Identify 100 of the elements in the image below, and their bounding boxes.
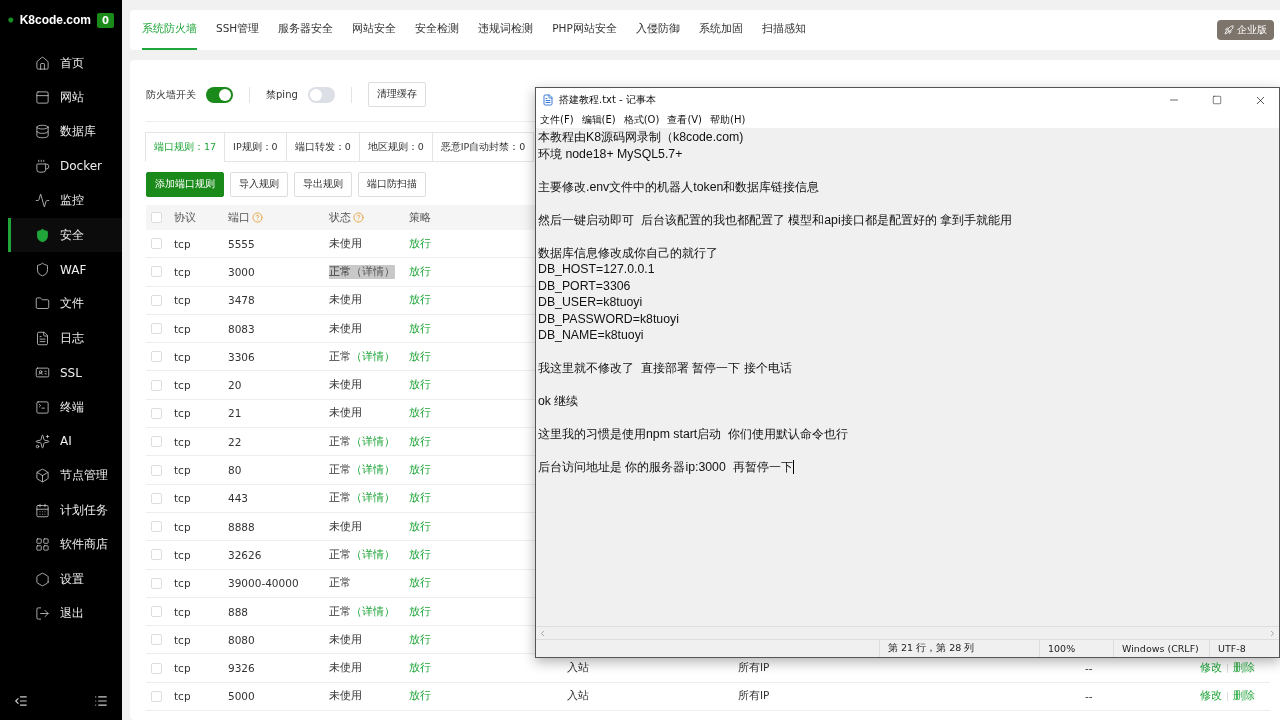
sidebar-item[interactable]: WAF [8, 252, 122, 287]
checkbox[interactable] [151, 549, 162, 561]
checkbox[interactable] [151, 212, 162, 223]
checkbox[interactable] [151, 266, 162, 278]
checkbox[interactable] [151, 238, 162, 250]
enterprise-button[interactable]: 企业版 [1217, 20, 1274, 40]
protocol-cell: tcp [174, 690, 191, 703]
remark-cell: -- [1085, 690, 1093, 703]
sidebar-item[interactable]: 日志 [8, 321, 122, 356]
checkbox[interactable] [151, 577, 162, 589]
clear-cache-button[interactable]: 清理缓存 [367, 82, 426, 107]
action-button[interactable]: 导入规则 [230, 172, 288, 197]
brand-name: K8code.com [19, 13, 92, 27]
sidebar-item[interactable]: 计划任务 [8, 493, 122, 528]
port-cell: 39000-40000 [228, 577, 299, 590]
rule-tab[interactable]: 恶意IP自动封禁：0 [431, 132, 535, 162]
scroll-right-icon[interactable] [1268, 628, 1277, 638]
sidebar-item[interactable]: Docker [8, 149, 122, 184]
id-card-icon [35, 365, 50, 381]
checkbox[interactable] [151, 606, 162, 617]
policy-text: 放行 [409, 236, 431, 251]
port-cell: 3306 [228, 350, 255, 363]
rule-tab[interactable]: 端口转发：0 [285, 132, 360, 162]
rule-tab[interactable]: 地区规则：0 [358, 132, 433, 162]
tab[interactable]: 安全检测 [415, 10, 460, 50]
checkbox[interactable] [151, 351, 162, 363]
tab[interactable]: 扫描感知 [761, 10, 806, 50]
checkbox[interactable] [151, 690, 162, 702]
tab[interactable]: PHP网站安全 [552, 10, 617, 50]
notification-count: 0 [97, 12, 114, 28]
action-button[interactable]: 端口防扫描 [358, 172, 426, 197]
status-text: UTF-8 [1218, 643, 1246, 654]
tab[interactable]: 服务器安全 [278, 10, 334, 50]
sidebar-item[interactable]: 安全 [8, 217, 122, 253]
checkbox[interactable] [151, 407, 162, 419]
port-cell: 888 [228, 605, 249, 618]
menu-item[interactable]: 格式(O) [623, 113, 660, 127]
checkbox[interactable] [151, 634, 162, 646]
sidebar-item[interactable]: 数据库 [8, 114, 122, 150]
direction-cell: 入站 [567, 689, 589, 704]
protocol-cell: tcp [174, 492, 191, 505]
sidebar-item[interactable]: 节点管理 [8, 458, 122, 494]
sidebar-item[interactable]: 终端 [8, 389, 122, 425]
sidebar-item[interactable]: 监控 [8, 183, 122, 218]
tab[interactable]: 系统加固 [698, 10, 743, 50]
source-cell: 所有IP [738, 689, 770, 704]
protocol-cell: tcp [174, 577, 191, 590]
tab[interactable]: 网站安全 [352, 10, 397, 50]
shield-icon [35, 262, 50, 278]
checkbox[interactable] [151, 323, 162, 335]
checkbox[interactable] [151, 464, 162, 476]
action-button[interactable]: 导出规则 [294, 172, 352, 197]
policy-text: 放行 [409, 604, 431, 619]
checkbox[interactable] [151, 294, 162, 306]
tab[interactable]: 违规词检测 [478, 10, 534, 50]
sidebar-item[interactable]: 退出 [8, 596, 122, 631]
details-link[interactable]: （详情） [351, 264, 395, 279]
source-cell: 所有IP [738, 661, 770, 676]
grid-icon [35, 537, 50, 553]
text-line: DB_NAME=k8tuoyi [538, 327, 644, 344]
menu-item[interactable]: 帮助(H) [710, 113, 746, 127]
policy-text: 放行 [409, 434, 431, 449]
horizontal-scrollbar[interactable] [536, 626, 1279, 639]
checkbox[interactable] [151, 521, 162, 533]
menu-item[interactable]: 编辑(E) [581, 113, 616, 127]
sidebar-item[interactable]: 软件商店 [8, 527, 122, 562]
tab[interactable]: SSH管理 [216, 10, 260, 50]
sidebar-item[interactable]: 网站 [8, 80, 122, 115]
toggle-switch[interactable] [206, 86, 233, 103]
sidebar-item[interactable]: 设置 [8, 561, 122, 597]
status-text: Windows (CRLF) [1122, 643, 1199, 654]
collapse-icon[interactable] [14, 694, 28, 708]
menu-item[interactable]: 查看(V) [667, 113, 703, 127]
checkbox[interactable] [151, 379, 162, 391]
list-icon[interactable] [94, 694, 108, 708]
sidebar-item[interactable]: 文件 [8, 286, 122, 322]
tab[interactable]: 入侵防御 [635, 10, 680, 50]
port-cell: 3478 [228, 294, 255, 307]
folder-icon [35, 296, 50, 312]
text-line: 然后一键启动即可 后台该配置的我也都配置了 模型和api接口都是配置好的 拿到手就能用 [538, 211, 1013, 228]
checkbox[interactable] [151, 436, 162, 448]
toggle-switch[interactable] [307, 86, 335, 103]
sidebar-item[interactable]: AI [8, 424, 122, 459]
checkbox[interactable] [151, 492, 162, 504]
rule-tab[interactable]: IP规则：0 [224, 132, 287, 162]
protocol-cell: tcp [174, 407, 191, 420]
text-line: 这里我的习惯是使用npm start启动 你们使用默认命令也行 [538, 426, 849, 443]
scroll-left-icon[interactable] [538, 628, 547, 638]
action-button[interactable]: 添加端口规则 [146, 172, 224, 197]
checkbox[interactable] [151, 662, 162, 674]
sparkles-icon [35, 434, 50, 449]
menu-item[interactable]: 文件(F) [540, 113, 574, 127]
status-text: 未使用 [329, 293, 362, 308]
sidebar-item[interactable]: 首页 [8, 46, 122, 81]
settings-icon [35, 571, 50, 587]
policy-text: 放行 [409, 689, 431, 704]
maximize-icon [1212, 95, 1222, 105]
protocol-cell: tcp [174, 237, 191, 250]
sidebar-item[interactable]: SSL [8, 355, 122, 390]
text-line: 我这里就不修改了 直接部署 暂停一下 接个电话 [538, 360, 792, 377]
